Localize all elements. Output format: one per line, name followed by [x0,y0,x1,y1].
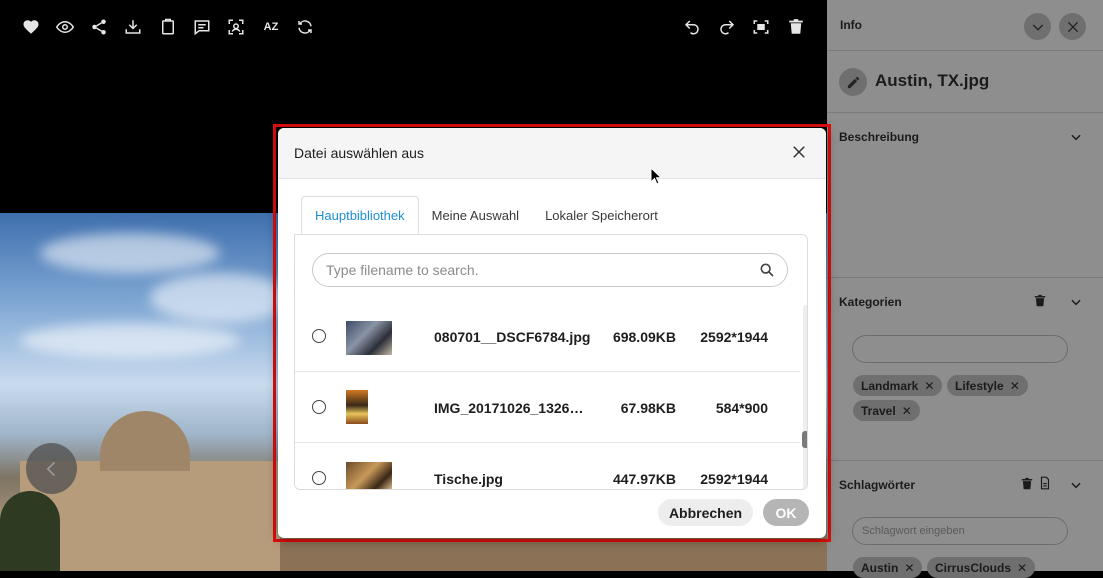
file-name: 080701__DSCF6784.jpg [434,329,591,345]
dialog-header: Datei auswählen aus [278,128,826,179]
file-list: 080701__DSCF6784.jpg 698.09KB 2592*1944 … [295,301,800,489]
remove-tag-icon[interactable]: ✕ [924,379,934,393]
file-row[interactable]: IMG_20171026_1326… 67.98KB 584*900 [295,372,800,443]
clipboard-icon[interactable] [157,16,179,38]
tab-main-library[interactable]: Hauptbibliothek [301,196,419,234]
close-panel-button[interactable] [1059,13,1086,40]
undo-icon[interactable] [681,16,703,38]
document-icon[interactable] [1038,476,1052,490]
tab-my-selection[interactable]: Meine Auswahl [419,196,532,234]
previous-photo-button[interactable] [26,443,77,494]
share-icon[interactable] [88,16,110,38]
remove-tag-icon[interactable]: ✕ [904,561,914,575]
categories-title: Kategorien [839,295,902,309]
select-file-dialog: Datei auswählen aus Hauptbibliothek Mein… [278,128,826,538]
comment-icon[interactable] [191,16,213,38]
category-tag: Travel ✕ [853,400,920,421]
description-section: Beschreibung [827,113,1103,278]
fullscreen-icon[interactable] [750,16,772,38]
collapse-panel-button[interactable] [1024,13,1051,40]
face-scan-icon[interactable] [225,16,247,38]
file-thumbnail [346,390,368,424]
chevron-down-icon[interactable] [1069,130,1083,144]
chevron-down-icon[interactable] [1069,478,1083,492]
trash-icon[interactable] [1020,477,1034,491]
search-icon[interactable] [759,262,775,278]
file-browser: Type filename to search. 080701__DSCF678… [294,234,808,490]
edit-filename-button[interactable] [839,68,867,96]
file-size: 67.98KB [620,400,676,416]
categories-section: Kategorien Landmark ✕ Lifestyle ✕ Travel ✕ [827,278,1103,461]
info-panel-header: Info [827,0,1103,51]
chevron-left-icon [46,461,55,476]
close-icon [1067,21,1078,32]
keywords-section: Schlagwörter Schlagwort eingeben Austin ✕… [827,461,1103,578]
file-thumbnail [346,462,392,489]
viewer-toolbar: AZ [0,0,827,54]
file-thumbnail [346,321,392,355]
description-title: Beschreibung [839,130,920,144]
cancel-button[interactable]: Abbrechen [658,499,753,526]
file-name-row: Austin, TX.jpg [827,51,1103,113]
file-row[interactable]: 080701__DSCF6784.jpg 698.09KB 2592*1944 [295,301,800,372]
list-scrollbar[interactable] [803,305,807,489]
trash-icon[interactable] [1033,294,1047,308]
file-dimensions: 2592*1944 [700,471,768,487]
ok-button[interactable]: OK [763,499,809,526]
chevron-down-icon[interactable] [1069,295,1083,309]
dialog-title: Datei auswählen aus [294,145,424,161]
eye-icon[interactable] [54,16,76,38]
remove-tag-icon[interactable]: ✕ [902,404,912,418]
keyword-tag: CirrusClouds ✕ [927,557,1036,578]
file-row[interactable]: Tische.jpg 447.97KB 2592*1944 [295,443,800,489]
search-placeholder: Type filename to search. [326,262,479,278]
file-dimensions: 584*900 [715,400,768,416]
heart-icon[interactable] [20,16,42,38]
file-name: Austin, TX.jpg [875,71,990,90]
chevron-down-icon [1032,24,1043,31]
info-panel-title: Info [840,18,862,32]
file-dimensions: 2592*1944 [700,329,768,345]
file-radio[interactable] [312,400,326,414]
remove-tag-icon[interactable]: ✕ [1010,379,1020,393]
keyword-input[interactable]: Schlagwort eingeben [852,517,1068,545]
file-radio[interactable] [312,329,326,343]
trash-icon[interactable] [785,16,807,38]
file-name: Tische.jpg [434,471,503,487]
pencil-icon [847,76,859,88]
category-tag: Landmark ✕ [853,375,943,396]
redo-icon[interactable] [716,16,738,38]
tab-local-storage[interactable]: Lokaler Speicherort [532,196,671,234]
file-radio[interactable] [312,471,326,485]
mouse-cursor-icon [650,167,662,185]
keywords-title: Schlagwörter [839,478,916,492]
category-input[interactable] [852,335,1068,363]
keyword-tag: Austin ✕ [853,557,923,578]
close-icon[interactable] [790,143,808,161]
refresh-icon[interactable] [294,16,316,38]
source-tabs: Hauptbibliothek Meine Auswahl Lokaler Sp… [301,196,671,234]
az-icon[interactable]: AZ [260,16,282,38]
list-scrollbar-thumb[interactable] [802,431,807,448]
info-panel: Info Austin, TX.jpg Beschreibung Kategor… [827,0,1103,578]
remove-tag-icon[interactable]: ✕ [1017,561,1027,575]
file-size: 698.09KB [612,329,676,345]
file-size: 447.97KB [612,471,676,487]
search-input[interactable]: Type filename to search. [312,253,788,287]
file-name: IMG_20171026_1326… [434,400,584,416]
download-icon[interactable] [122,16,144,38]
category-tag: Lifestyle ✕ [947,375,1028,396]
